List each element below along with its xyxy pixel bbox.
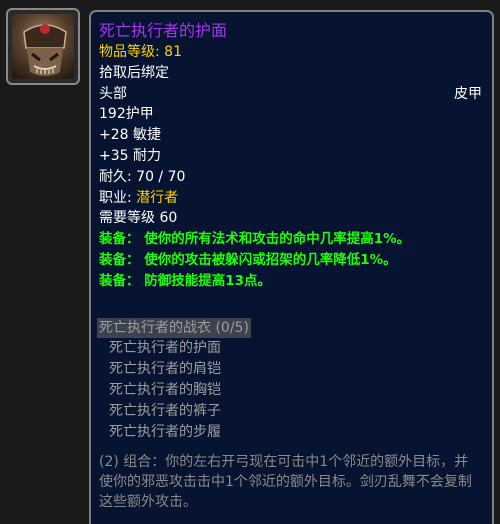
set-piece: 死亡执行者的肩铠 xyxy=(109,361,221,378)
slot-label: 头部 xyxy=(99,85,127,102)
set-bonus: (2) 组合：你的左右开弓现在可击中1个邻近的额外目标，并使你的邪恶攻击击中1个… xyxy=(99,454,472,511)
set-name: 死亡执行者的战衣 (0/5) xyxy=(97,317,251,339)
item-name: 死亡执行者的护面 xyxy=(99,21,228,40)
binding-text: 拾取后绑定 xyxy=(99,64,169,81)
class-requirement: 职业: 潜行者 xyxy=(99,189,179,206)
armor-type-label: 皮甲 xyxy=(454,85,482,102)
equip-effect: 装备： 防御技能提高13点。 xyxy=(99,272,271,289)
set-piece: 死亡执行者的步履 xyxy=(109,423,221,440)
stat-agility: +28 敏捷 xyxy=(99,127,161,144)
set-piece: 死亡执行者的裤子 xyxy=(109,402,221,419)
set-piece: 死亡执行者的护面 xyxy=(109,340,221,357)
item-icon-frame[interactable] xyxy=(6,8,80,85)
armor-value: 192护甲 xyxy=(99,106,154,123)
rogue-helmet-icon xyxy=(12,14,74,79)
level-requirement: 需要等级 60 xyxy=(99,210,178,227)
slot-row: 头部 皮甲 xyxy=(99,84,482,105)
stat-stamina: +35 耐力 xyxy=(99,147,161,164)
equip-effect: 装备： 使你的攻击被躲闪或招架的几率降低1%。 xyxy=(99,251,397,268)
durability: 耐久: 70 / 70 xyxy=(99,168,186,185)
equip-effect: 装备： 使你的所有法术和攻击的命中几率提高1%。 xyxy=(99,231,411,248)
item-level: 物品等级: 81 xyxy=(99,44,182,60)
item-tooltip: 死亡执行者的护面 物品等级: 81 拾取后绑定 头部 皮甲 192护甲 +28 … xyxy=(89,10,494,524)
set-piece: 死亡执行者的胸铠 xyxy=(109,381,221,398)
